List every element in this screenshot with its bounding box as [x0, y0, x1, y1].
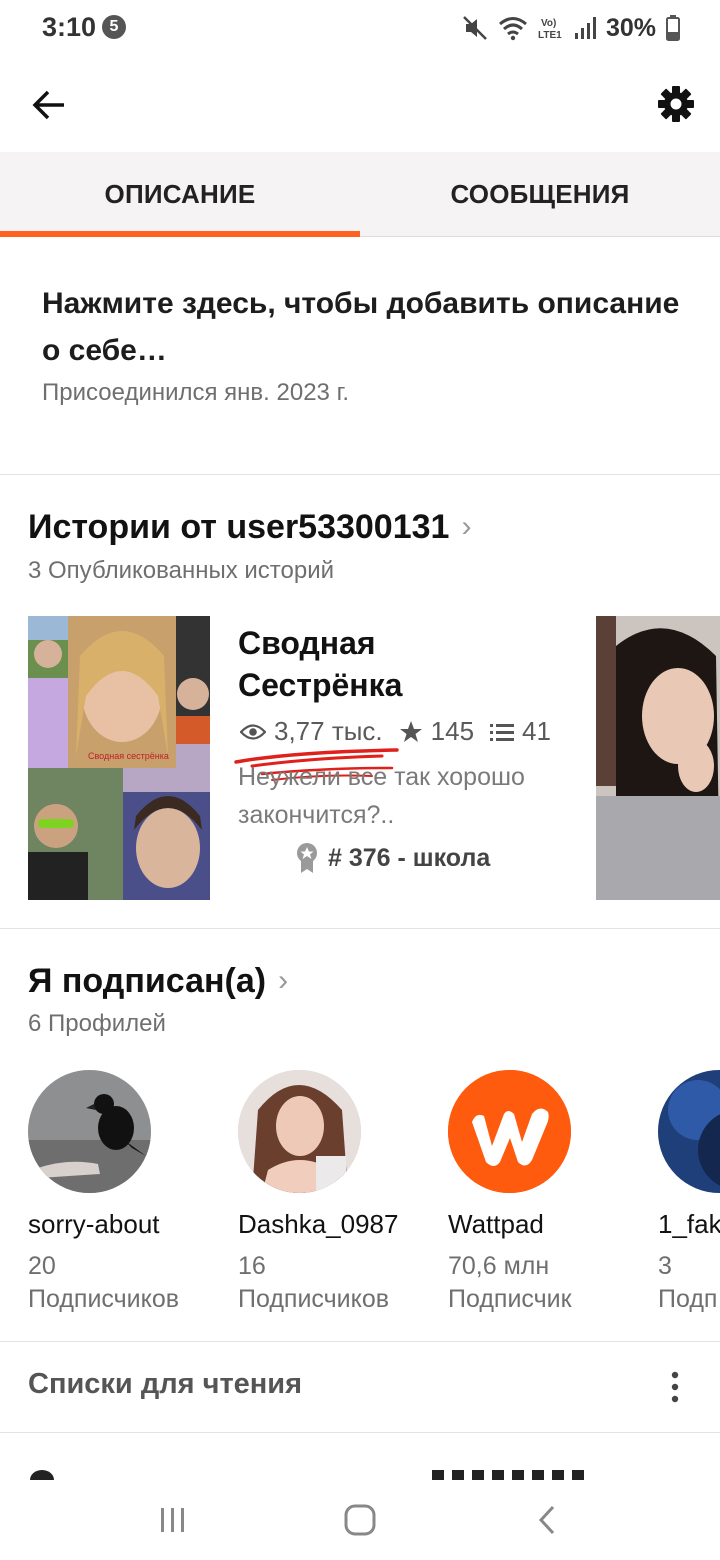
- profile-follower-label: Подписчиков: [238, 1285, 390, 1313]
- tab-messages[interactable]: СООБЩЕНИЯ: [360, 152, 720, 237]
- home-icon[interactable]: [343, 1500, 377, 1540]
- parts-stat: 41: [490, 716, 551, 747]
- avatar[interactable]: [658, 1070, 720, 1193]
- wifi-icon: [498, 17, 527, 41]
- battery-percent: 30%: [605, 13, 656, 42]
- stories-section-title: Истории от user53300131: [28, 508, 450, 546]
- reading-lists-title[interactable]: Списки для чтения: [28, 1368, 302, 1401]
- following-profiles-carousel: sorry-about 20 Подписчиков Dashka_0987 1…: [0, 1070, 720, 1320]
- profile-name: Wattpad: [448, 1209, 544, 1239]
- stories-section-header[interactable]: Истории от user53300131 ›: [28, 508, 471, 547]
- profile-card[interactable]: Wattpad 70,6 млн Подписчик: [448, 1070, 658, 1316]
- tab-description[interactable]: ОПИСАНИЕ: [0, 152, 360, 237]
- volte-icon: Vo) LTE1: [538, 18, 562, 41]
- profile-card[interactable]: Dashka_0987 16 Подписчиков: [238, 1070, 448, 1316]
- profile-card[interactable]: sorry-about 20 Подписчиков: [28, 1070, 238, 1316]
- profile-card[interactable]: 1_fak 3 Подп: [658, 1070, 720, 1316]
- votes-count: 145: [430, 716, 475, 746]
- divider: [0, 1432, 720, 1433]
- following-section-title: Я подписан(а): [28, 962, 267, 1000]
- award-ribbon-icon: [297, 843, 317, 873]
- profile-follower-label: Подписчик: [448, 1285, 572, 1313]
- star-icon: [399, 720, 422, 742]
- svg-text:Vo): Vo): [541, 18, 556, 29]
- notification-count-badge: 5: [102, 15, 126, 39]
- next-section-partial-header: [30, 1470, 584, 1480]
- back-arrow-icon[interactable]: [24, 80, 74, 130]
- top-app-bar: [0, 60, 720, 150]
- profile-follower-count: 20: [28, 1252, 56, 1280]
- profile-name: sorry-about: [28, 1209, 160, 1239]
- more-options-icon[interactable]: [668, 1370, 682, 1404]
- status-time: 3:10: [42, 12, 97, 42]
- following-count: 6 Профилей: [28, 1010, 166, 1037]
- system-navigation-bar: [0, 1482, 720, 1560]
- wattpad-logo-icon[interactable]: [448, 1070, 571, 1193]
- profile-tabs: ОПИСАНИЕ СООБЩЕНИЯ: [0, 152, 720, 237]
- avatar[interactable]: [238, 1070, 361, 1193]
- active-tab-indicator: [0, 231, 360, 237]
- chevron-right-icon: ›: [278, 964, 289, 997]
- battery-icon: [666, 15, 680, 41]
- svg-text:Сводная сестрёнка: Сводная сестрёнка: [88, 751, 169, 761]
- profile-follower-count: 16: [238, 1252, 266, 1280]
- divider: [0, 928, 720, 929]
- profile-follower-label: Подп: [658, 1285, 718, 1313]
- profile-follower-count: 70,6 млн: [448, 1252, 550, 1280]
- svg-text:LTE1: LTE1: [538, 30, 562, 41]
- following-section-header[interactable]: Я подписан(а) ›: [28, 962, 288, 1001]
- profile-follower-count: 3: [658, 1252, 672, 1280]
- story-cover-image-2[interactable]: [596, 616, 720, 900]
- recent-apps-icon[interactable]: [158, 1500, 188, 1540]
- gear-icon[interactable]: [650, 78, 702, 130]
- divider: [0, 1341, 720, 1342]
- eye-icon: [240, 723, 266, 740]
- about-section[interactable]: Нажмите здесь, чтобы добавить описание о…: [42, 280, 682, 407]
- add-description-prompt[interactable]: Нажмите здесь, чтобы добавить описание о…: [42, 280, 682, 374]
- views-stat: 3,77 тыс.: [240, 716, 383, 747]
- back-nav-icon[interactable]: [536, 1500, 560, 1540]
- status-bar: 3:10 5 Vo) LTE1 30%: [0, 0, 720, 56]
- joined-date: Присоединился янв. 2023 г.: [42, 379, 350, 406]
- list-icon: [490, 723, 515, 741]
- status-icons: Vo) LTE1 30%: [462, 12, 680, 44]
- votes-stat: 145: [399, 716, 474, 747]
- profile-follower-label: Подписчиков: [28, 1285, 180, 1313]
- story-title[interactable]: Сводная Сестрёнка: [238, 622, 538, 706]
- story-stats: 3,77 тыс. 145 41: [240, 716, 567, 747]
- rank-label: # 376 - школа: [328, 843, 491, 872]
- story-description: Неужели все так хорошо закончится?..: [238, 763, 525, 829]
- parts-count: 41: [522, 716, 551, 746]
- mute-icon: [463, 16, 487, 40]
- profile-name: Dashka_0987: [238, 1209, 399, 1239]
- chevron-right-icon: ›: [461, 510, 472, 543]
- story-cover-image[interactable]: Сводная сестрёнка: [28, 616, 210, 900]
- avatar[interactable]: [28, 1070, 151, 1193]
- divider: [0, 474, 720, 475]
- profile-name: 1_fak: [658, 1209, 720, 1239]
- stories-count: 3 Опубликованных историй: [28, 557, 335, 584]
- story-rank: # 376 - школа: [296, 842, 490, 874]
- views-count: 3,77 тыс.: [274, 716, 383, 746]
- signal-icon: [574, 17, 596, 39]
